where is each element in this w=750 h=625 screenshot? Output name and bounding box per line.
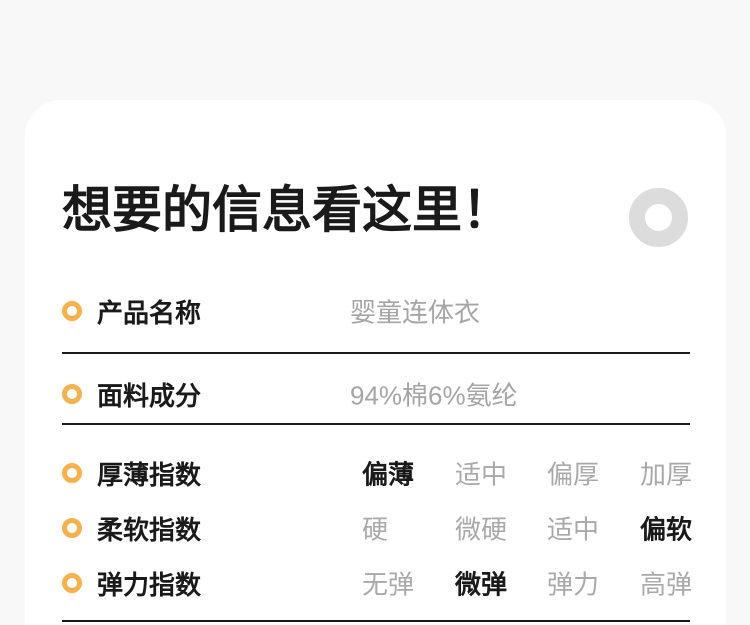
section-title: 想要的信息看这里！ bbox=[62, 182, 512, 238]
index-option: 加厚 bbox=[640, 459, 693, 490]
index-option: 高弹 bbox=[640, 569, 693, 600]
index-label: 柔软指数 bbox=[97, 514, 202, 545]
index-scale: 硬 微硬 适中 偏软 bbox=[362, 510, 693, 547]
index-option: 微弹 bbox=[455, 569, 508, 600]
ring-decoration-icon bbox=[629, 188, 688, 247]
index-label: 厚薄指数 bbox=[97, 459, 202, 490]
product-info-card: 想要的信息看这里！ 产品名称 婴童连体衣 面料成分 94%棉6%氨纶 厚薄指数 … bbox=[25, 100, 726, 625]
index-option: 微硬 bbox=[455, 514, 508, 545]
divider bbox=[62, 352, 690, 354]
info-value: 婴童连体衣 bbox=[350, 297, 481, 328]
index-scale: 无弹 微弹 弹力 高弹 bbox=[362, 565, 693, 602]
bullet-ring-icon bbox=[62, 301, 82, 321]
index-option: 适中 bbox=[547, 514, 600, 545]
bullet-ring-icon bbox=[62, 573, 82, 593]
info-row-fabric-composition: 面料成分 94%棉6%氨纶 bbox=[62, 379, 690, 411]
divider bbox=[62, 423, 690, 425]
index-row-softness: 柔软指数 硬 微硬 适中 偏软 bbox=[62, 513, 692, 545]
index-option: 适中 bbox=[455, 459, 508, 490]
index-row-thickness: 厚薄指数 偏薄 适中 偏厚 加厚 bbox=[62, 458, 692, 490]
bullet-ring-icon bbox=[62, 384, 82, 404]
index-option: 硬 bbox=[362, 514, 389, 545]
info-row-product-name: 产品名称 婴童连体衣 bbox=[62, 296, 690, 328]
index-option: 偏厚 bbox=[547, 459, 600, 490]
index-option: 偏软 bbox=[640, 514, 693, 545]
index-label: 弹力指数 bbox=[97, 569, 202, 600]
divider bbox=[62, 620, 690, 622]
index-option: 偏薄 bbox=[362, 459, 415, 490]
index-scale: 偏薄 适中 偏厚 加厚 bbox=[362, 455, 693, 492]
info-label: 产品名称 bbox=[97, 297, 202, 328]
info-label: 面料成分 bbox=[97, 380, 202, 411]
info-value: 94%棉6%氨纶 bbox=[350, 380, 518, 411]
index-row-elasticity: 弹力指数 无弹 微弹 弹力 高弹 bbox=[62, 568, 692, 600]
bullet-ring-icon bbox=[62, 463, 82, 483]
index-option: 弹力 bbox=[547, 569, 600, 600]
index-option: 无弹 bbox=[362, 569, 415, 600]
bullet-ring-icon bbox=[62, 518, 82, 538]
